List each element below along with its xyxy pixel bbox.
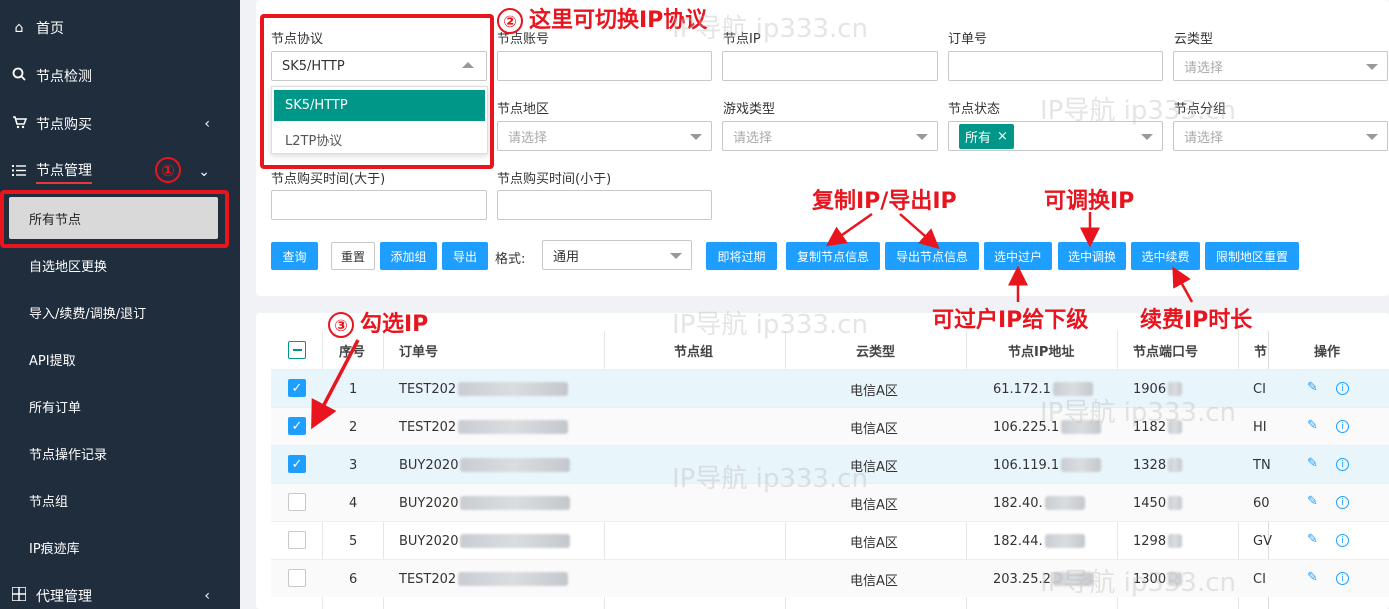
watermark: IP导航 ip333.cn bbox=[672, 464, 869, 494]
arrow-to-renew bbox=[1172, 266, 1194, 303]
arrow-to-copy bbox=[825, 212, 873, 247]
arrow-to-export bbox=[899, 213, 940, 249]
watermark: IP导航 ip333.cn bbox=[672, 14, 869, 44]
watermark: IP导航 ip333.cn bbox=[672, 310, 869, 340]
watermark: IP导航 ip333.cn bbox=[1040, 568, 1237, 598]
watermark: IP导航 ip333.cn bbox=[1040, 398, 1237, 428]
arrow-to-checkboxes bbox=[311, 339, 360, 430]
watermark: IP导航 ip333.cn bbox=[1040, 96, 1237, 126]
